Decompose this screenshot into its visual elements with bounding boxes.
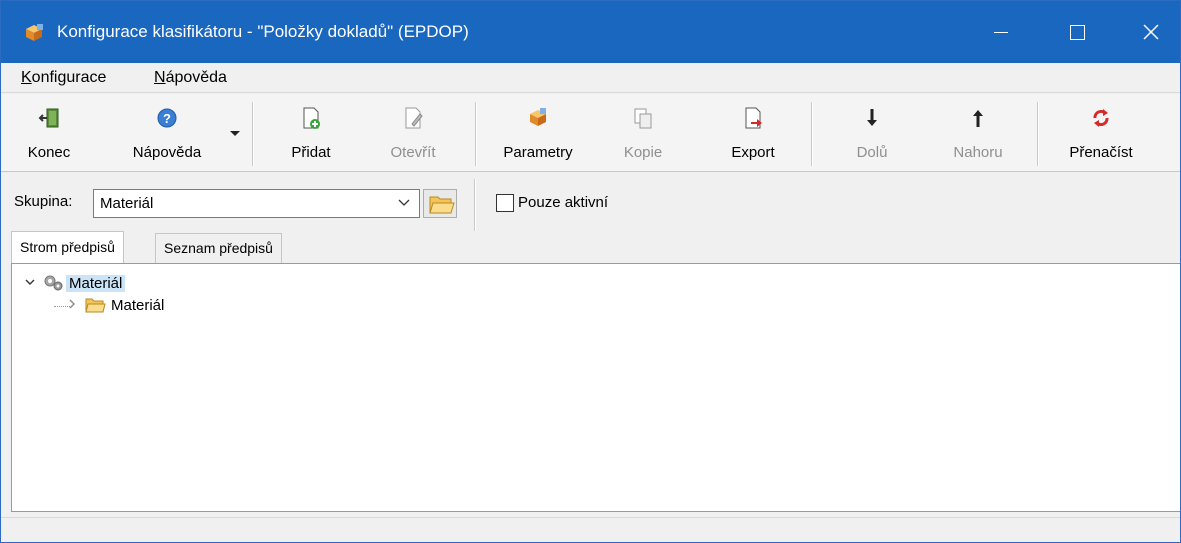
dolu-button[interactable]: Dolů (834, 94, 910, 172)
toolbar-separator (252, 102, 254, 166)
tab-seznam-predpisu[interactable]: Seznam předpisů (155, 233, 282, 263)
app-cubes-icon (26, 24, 43, 41)
window-title: Konfigurace klasifikátoru - "Položky dok… (57, 22, 469, 41)
toolbar: Konec ? Nápověda Přidat Otevřít Parametr… (1, 94, 1180, 172)
parametry-label: Parametry (503, 144, 573, 161)
reload-icon (1093, 109, 1109, 127)
svg-text:?: ? (163, 111, 171, 126)
group-label: Skupina: (14, 193, 73, 210)
tab-seznam-predpisu-label: Seznam předpisů (164, 240, 273, 256)
pridat-label: Přidat (291, 144, 331, 161)
add-document-icon (303, 107, 320, 129)
menu-bar: Konfigurace Nápověda (1, 63, 1180, 93)
folder-icon (429, 196, 455, 214)
export-icon (745, 107, 762, 129)
app-window: Konfigurace klasifikátoru - "Položky dok… (0, 0, 1181, 543)
tree-view[interactable]: Materiál Materiál (11, 263, 1180, 512)
maximize-icon (1069, 24, 1085, 40)
parameters-cubes-icon (530, 108, 546, 126)
group-value: Materiál (100, 195, 154, 212)
minimize-button[interactable] (971, 1, 1031, 63)
close-icon (1143, 24, 1159, 40)
tree-node-child-label: Materiál (111, 297, 165, 314)
only-active-checkbox[interactable] (496, 194, 514, 212)
toolbar-separator (811, 102, 813, 166)
nahoru-label: Nahoru (953, 144, 1003, 161)
filter-separator (474, 179, 476, 231)
status-bar (1, 517, 1180, 542)
napoveda-dropdown-arrow-icon[interactable] (230, 131, 240, 136)
toolbar-separator (475, 102, 477, 166)
collapsed-chevron-icon[interactable] (66, 298, 78, 313)
minimize-icon (994, 31, 1008, 33)
title-bar[interactable]: Konfigurace klasifikátoru - "Položky dok… (1, 1, 1180, 63)
konec-button[interactable]: Konec (13, 94, 85, 172)
parametry-button[interactable]: Parametry (488, 94, 588, 172)
tree-node-root[interactable]: Materiál (20, 273, 180, 295)
expanded-chevron-icon[interactable] (24, 276, 36, 291)
menu-konfigurace-mnemonic: K (21, 69, 32, 86)
maximize-button[interactable] (1047, 1, 1107, 63)
toolbar-separator (1037, 102, 1039, 166)
tab-strom-predpisu[interactable]: Strom předpisů (11, 231, 124, 264)
dolu-label: Dolů (856, 144, 888, 161)
menu-napoveda-mnemonic: N (154, 69, 166, 86)
nahoru-button[interactable]: Nahoru (933, 94, 1023, 172)
chevron-down-icon (397, 194, 411, 215)
konec-label: Konec (27, 144, 71, 161)
arrow-up-icon (973, 110, 983, 127)
tab-strom-predpisu-label: Strom předpisů (20, 239, 115, 255)
group-combobox[interactable]: Materiál (93, 189, 420, 218)
kopie-label: Kopie (623, 144, 663, 161)
kopie-button[interactable]: Kopie (603, 94, 683, 172)
otevrit-label: Otevřít (390, 144, 436, 161)
napoveda-label: Nápověda (132, 144, 202, 161)
close-button[interactable] (1121, 1, 1180, 63)
tree-node-child[interactable]: Materiál (62, 295, 222, 317)
folder-icon (85, 298, 106, 313)
export-button[interactable]: Export (713, 94, 793, 172)
otevrit-button[interactable]: Otevřít (373, 94, 453, 172)
export-label: Export (731, 144, 775, 161)
menu-napoveda-label: ápověda (165, 69, 227, 86)
menu-konfigurace[interactable]: Konfigurace (21, 69, 106, 87)
menu-napoveda[interactable]: Nápověda (154, 69, 227, 87)
help-icon: ? (157, 108, 177, 128)
edit-document-icon (405, 107, 423, 129)
tree-node-root-label: Materiál (66, 275, 126, 292)
browse-folder-button[interactable] (423, 189, 457, 218)
arrow-down-icon (867, 109, 877, 126)
exit-door-icon (38, 108, 59, 128)
filter-row: Skupina: Materiál Pouze aktivní (1, 173, 1180, 231)
napoveda-button[interactable]: ? Nápověda (113, 94, 221, 172)
pridat-button[interactable]: Přidat (271, 94, 351, 172)
prenacist-button[interactable]: Přenačíst (1051, 94, 1151, 172)
prenacist-label: Přenačíst (1069, 144, 1133, 161)
menu-konfigurace-label: onfigurace (31, 69, 107, 86)
only-active-label[interactable]: Pouze aktivní (518, 194, 608, 211)
gears-icon (44, 275, 63, 291)
copy-icon (634, 108, 652, 129)
